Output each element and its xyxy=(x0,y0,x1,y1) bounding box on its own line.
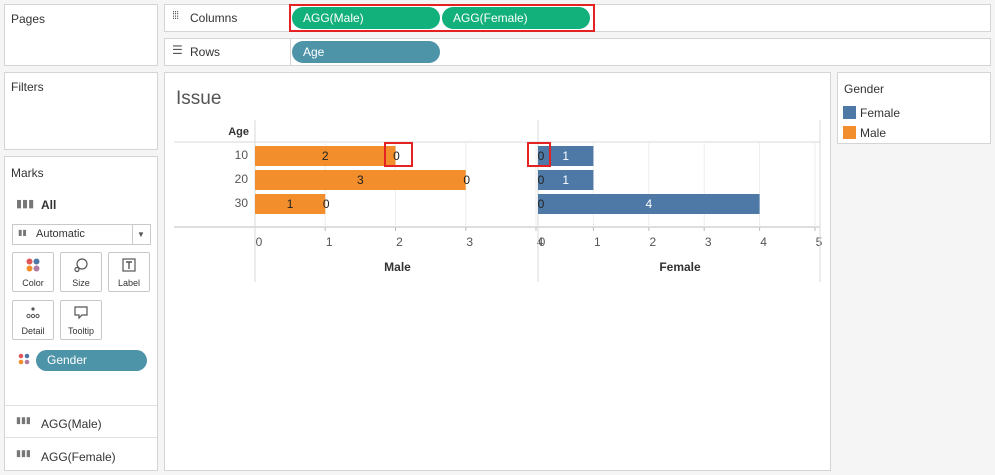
columns-icon: ⁞⁞⁞ xyxy=(172,10,179,22)
legend-swatch-male xyxy=(843,126,856,139)
label-label: Label xyxy=(117,278,141,288)
detail-icon xyxy=(13,305,53,323)
color-label: Color xyxy=(22,278,44,288)
detail-button[interactable]: Detail xyxy=(12,300,54,340)
marks-title: Marks xyxy=(11,166,44,180)
filters-title: Filters xyxy=(11,80,44,94)
size-button[interactable]: Size xyxy=(60,252,102,292)
rows-shelf[interactable]: ☰ Rows Age xyxy=(164,38,991,66)
legend-label-male: Male xyxy=(860,126,887,140)
columns-label: Columns xyxy=(190,11,238,25)
color-button[interactable]: Color xyxy=(12,252,54,292)
legend-item-female[interactable]: Female xyxy=(841,104,989,122)
tooltip-label: Tooltip xyxy=(67,326,94,336)
color-icon xyxy=(13,257,53,275)
tooltip-button[interactable]: Tooltip xyxy=(60,300,102,340)
rows-pill-age[interactable]: Age xyxy=(292,41,440,63)
tooltip-icon xyxy=(61,305,101,323)
text-label-icon xyxy=(109,257,149,275)
marks-all-label: All xyxy=(41,198,57,212)
pages-title: Pages xyxy=(11,12,46,26)
bar-chart-icon: ▮▮▮ xyxy=(16,415,31,425)
highlight-female-zero-box xyxy=(527,142,551,167)
mark-type-dropdown[interactable]: ▮▮ Automatic ▼ xyxy=(12,224,151,245)
measure-row-female[interactable]: ▮▮▮ AGG(Female) xyxy=(5,437,157,470)
size-label: Size xyxy=(72,278,90,288)
measure-row-male[interactable]: ▮▮▮ AGG(Male) xyxy=(5,405,157,437)
mark-type-value: Automatic xyxy=(36,228,85,240)
highlight-male-zero-box xyxy=(384,142,413,167)
shelf-divider xyxy=(290,39,291,65)
view-area: Issue xyxy=(164,72,831,471)
measure-label-female: AGG(Female) xyxy=(41,450,116,464)
chevron-down-icon: ▼ xyxy=(132,225,149,244)
highlight-columns-box xyxy=(289,4,595,32)
measure-label-male: AGG(Male) xyxy=(41,417,102,431)
marks-all-row[interactable]: ▮▮▮ All xyxy=(5,195,157,215)
legend-swatch-female xyxy=(843,106,856,119)
legend-title: Gender xyxy=(844,82,885,96)
legend-card: Gender Female Male xyxy=(837,72,991,144)
bar-chart-icon: ▮▮ xyxy=(18,228,27,237)
gender-pill[interactable]: Gender xyxy=(36,350,147,371)
filters-card[interactable]: Filters xyxy=(4,72,158,150)
pages-card[interactable]: Pages xyxy=(4,4,158,66)
bar-chart-icon: ▮▮▮ xyxy=(16,198,35,210)
legend-item-male[interactable]: Male xyxy=(841,124,989,142)
rows-label: Rows xyxy=(190,45,221,59)
legend-label-female: Female xyxy=(860,106,901,120)
bar-chart-icon: ▮▮▮ xyxy=(16,448,31,458)
view-title: Issue xyxy=(176,88,222,109)
detail-label: Detail xyxy=(21,326,45,336)
rows-icon: ☰ xyxy=(172,43,183,57)
marks-card: Marks ▮▮▮ All ▮▮ Automatic ▼ Color Size … xyxy=(4,156,158,471)
size-icon xyxy=(61,257,101,275)
color-dots-icon xyxy=(18,353,30,368)
label-button[interactable]: Label xyxy=(108,252,150,292)
